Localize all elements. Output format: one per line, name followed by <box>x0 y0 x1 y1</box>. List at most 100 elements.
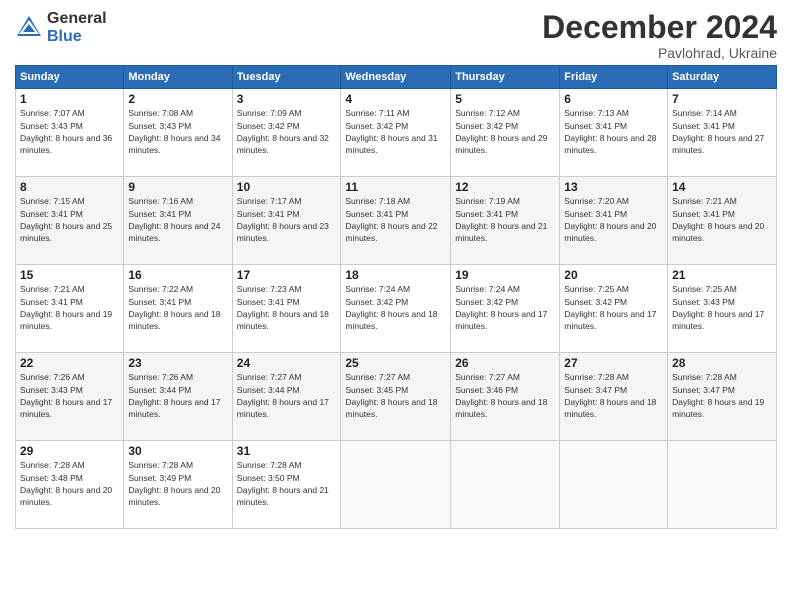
table-row: 15 Sunrise: 7:21 AMSunset: 3:41 PMDaylig… <box>16 265 124 353</box>
day-number: 10 <box>237 180 337 194</box>
day-info: Sunrise: 7:12 AMSunset: 3:42 PMDaylight:… <box>455 108 547 155</box>
day-info: Sunrise: 7:20 AMSunset: 3:41 PMDaylight:… <box>564 196 656 243</box>
day-info: Sunrise: 7:28 AMSunset: 3:48 PMDaylight:… <box>20 460 112 507</box>
day-info: Sunrise: 7:15 AMSunset: 3:41 PMDaylight:… <box>20 196 112 243</box>
col-wednesday: Wednesday <box>341 66 451 89</box>
day-info: Sunrise: 7:21 AMSunset: 3:41 PMDaylight:… <box>20 284 112 331</box>
day-info: Sunrise: 7:26 AMSunset: 3:43 PMDaylight:… <box>20 372 112 419</box>
calendar-table: Sunday Monday Tuesday Wednesday Thursday… <box>15 65 777 529</box>
day-number: 12 <box>455 180 555 194</box>
table-row: 29 Sunrise: 7:28 AMSunset: 3:48 PMDaylig… <box>16 441 124 529</box>
table-row: 11 Sunrise: 7:18 AMSunset: 3:41 PMDaylig… <box>341 177 451 265</box>
table-row: 13 Sunrise: 7:20 AMSunset: 3:41 PMDaylig… <box>560 177 668 265</box>
day-info: Sunrise: 7:17 AMSunset: 3:41 PMDaylight:… <box>237 196 329 243</box>
day-number: 31 <box>237 444 337 458</box>
day-number: 21 <box>672 268 772 282</box>
day-number: 3 <box>237 92 337 106</box>
location: Pavlohrad, Ukraine <box>542 45 777 61</box>
day-number: 23 <box>128 356 227 370</box>
day-info: Sunrise: 7:25 AMSunset: 3:42 PMDaylight:… <box>564 284 656 331</box>
table-row: 19 Sunrise: 7:24 AMSunset: 3:42 PMDaylig… <box>451 265 560 353</box>
day-number: 5 <box>455 92 555 106</box>
day-number: 4 <box>345 92 446 106</box>
table-row: 21 Sunrise: 7:25 AMSunset: 3:43 PMDaylig… <box>668 265 777 353</box>
day-info: Sunrise: 7:27 AMSunset: 3:45 PMDaylight:… <box>345 372 437 419</box>
calendar-week-2: 8 Sunrise: 7:15 AMSunset: 3:41 PMDayligh… <box>16 177 777 265</box>
calendar-week-1: 1 Sunrise: 7:07 AMSunset: 3:43 PMDayligh… <box>16 89 777 177</box>
table-row: 2 Sunrise: 7:08 AMSunset: 3:43 PMDayligh… <box>124 89 232 177</box>
day-number: 27 <box>564 356 663 370</box>
day-info: Sunrise: 7:23 AMSunset: 3:41 PMDaylight:… <box>237 284 329 331</box>
table-row: 7 Sunrise: 7:14 AMSunset: 3:41 PMDayligh… <box>668 89 777 177</box>
logo-general-text: General <box>47 10 107 28</box>
day-info: Sunrise: 7:27 AMSunset: 3:44 PMDaylight:… <box>237 372 329 419</box>
table-row: 5 Sunrise: 7:12 AMSunset: 3:42 PMDayligh… <box>451 89 560 177</box>
day-number: 25 <box>345 356 446 370</box>
day-info: Sunrise: 7:24 AMSunset: 3:42 PMDaylight:… <box>455 284 547 331</box>
table-row: 23 Sunrise: 7:26 AMSunset: 3:44 PMDaylig… <box>124 353 232 441</box>
day-number: 8 <box>20 180 119 194</box>
day-number: 28 <box>672 356 772 370</box>
table-row: 16 Sunrise: 7:22 AMSunset: 3:41 PMDaylig… <box>124 265 232 353</box>
col-friday: Friday <box>560 66 668 89</box>
col-sunday: Sunday <box>16 66 124 89</box>
day-number: 1 <box>20 92 119 106</box>
day-number: 24 <box>237 356 337 370</box>
table-row: 22 Sunrise: 7:26 AMSunset: 3:43 PMDaylig… <box>16 353 124 441</box>
page-container: General Blue December 2024 Pavlohrad, Uk… <box>0 0 792 539</box>
day-number: 18 <box>345 268 446 282</box>
day-number: 15 <box>20 268 119 282</box>
day-number: 20 <box>564 268 663 282</box>
day-info: Sunrise: 7:09 AMSunset: 3:42 PMDaylight:… <box>237 108 329 155</box>
day-number: 2 <box>128 92 227 106</box>
table-row: 14 Sunrise: 7:21 AMSunset: 3:41 PMDaylig… <box>668 177 777 265</box>
day-info: Sunrise: 7:28 AMSunset: 3:47 PMDaylight:… <box>564 372 656 419</box>
calendar-week-3: 15 Sunrise: 7:21 AMSunset: 3:41 PMDaylig… <box>16 265 777 353</box>
day-number: 19 <box>455 268 555 282</box>
day-info: Sunrise: 7:28 AMSunset: 3:47 PMDaylight:… <box>672 372 764 419</box>
day-info: Sunrise: 7:22 AMSunset: 3:41 PMDaylight:… <box>128 284 220 331</box>
day-number: 7 <box>672 92 772 106</box>
table-row <box>668 441 777 529</box>
day-number: 30 <box>128 444 227 458</box>
day-info: Sunrise: 7:07 AMSunset: 3:43 PMDaylight:… <box>20 108 112 155</box>
table-row <box>341 441 451 529</box>
logo-blue-text: Blue <box>47 28 107 46</box>
day-number: 16 <box>128 268 227 282</box>
day-info: Sunrise: 7:18 AMSunset: 3:41 PMDaylight:… <box>345 196 437 243</box>
day-number: 14 <box>672 180 772 194</box>
table-row: 17 Sunrise: 7:23 AMSunset: 3:41 PMDaylig… <box>232 265 341 353</box>
table-row: 28 Sunrise: 7:28 AMSunset: 3:47 PMDaylig… <box>668 353 777 441</box>
logo-icon <box>15 14 43 42</box>
day-number: 29 <box>20 444 119 458</box>
table-row: 30 Sunrise: 7:28 AMSunset: 3:49 PMDaylig… <box>124 441 232 529</box>
table-row: 20 Sunrise: 7:25 AMSunset: 3:42 PMDaylig… <box>560 265 668 353</box>
day-info: Sunrise: 7:11 AMSunset: 3:42 PMDaylight:… <box>345 108 437 155</box>
col-saturday: Saturday <box>668 66 777 89</box>
day-number: 17 <box>237 268 337 282</box>
day-number: 22 <box>20 356 119 370</box>
calendar-week-5: 29 Sunrise: 7:28 AMSunset: 3:48 PMDaylig… <box>16 441 777 529</box>
table-row: 1 Sunrise: 7:07 AMSunset: 3:43 PMDayligh… <box>16 89 124 177</box>
day-info: Sunrise: 7:28 AMSunset: 3:49 PMDaylight:… <box>128 460 220 507</box>
day-number: 11 <box>345 180 446 194</box>
day-number: 9 <box>128 180 227 194</box>
table-row: 27 Sunrise: 7:28 AMSunset: 3:47 PMDaylig… <box>560 353 668 441</box>
table-row: 25 Sunrise: 7:27 AMSunset: 3:45 PMDaylig… <box>341 353 451 441</box>
day-info: Sunrise: 7:25 AMSunset: 3:43 PMDaylight:… <box>672 284 764 331</box>
calendar-header-row: Sunday Monday Tuesday Wednesday Thursday… <box>16 66 777 89</box>
table-row: 10 Sunrise: 7:17 AMSunset: 3:41 PMDaylig… <box>232 177 341 265</box>
day-info: Sunrise: 7:27 AMSunset: 3:46 PMDaylight:… <box>455 372 547 419</box>
table-row: 31 Sunrise: 7:28 AMSunset: 3:50 PMDaylig… <box>232 441 341 529</box>
header: General Blue December 2024 Pavlohrad, Uk… <box>15 10 777 61</box>
table-row: 9 Sunrise: 7:16 AMSunset: 3:41 PMDayligh… <box>124 177 232 265</box>
table-row: 3 Sunrise: 7:09 AMSunset: 3:42 PMDayligh… <box>232 89 341 177</box>
table-row: 6 Sunrise: 7:13 AMSunset: 3:41 PMDayligh… <box>560 89 668 177</box>
day-number: 13 <box>564 180 663 194</box>
day-info: Sunrise: 7:28 AMSunset: 3:50 PMDaylight:… <box>237 460 329 507</box>
col-thursday: Thursday <box>451 66 560 89</box>
col-tuesday: Tuesday <box>232 66 341 89</box>
day-info: Sunrise: 7:14 AMSunset: 3:41 PMDaylight:… <box>672 108 764 155</box>
table-row: 18 Sunrise: 7:24 AMSunset: 3:42 PMDaylig… <box>341 265 451 353</box>
day-info: Sunrise: 7:19 AMSunset: 3:41 PMDaylight:… <box>455 196 547 243</box>
